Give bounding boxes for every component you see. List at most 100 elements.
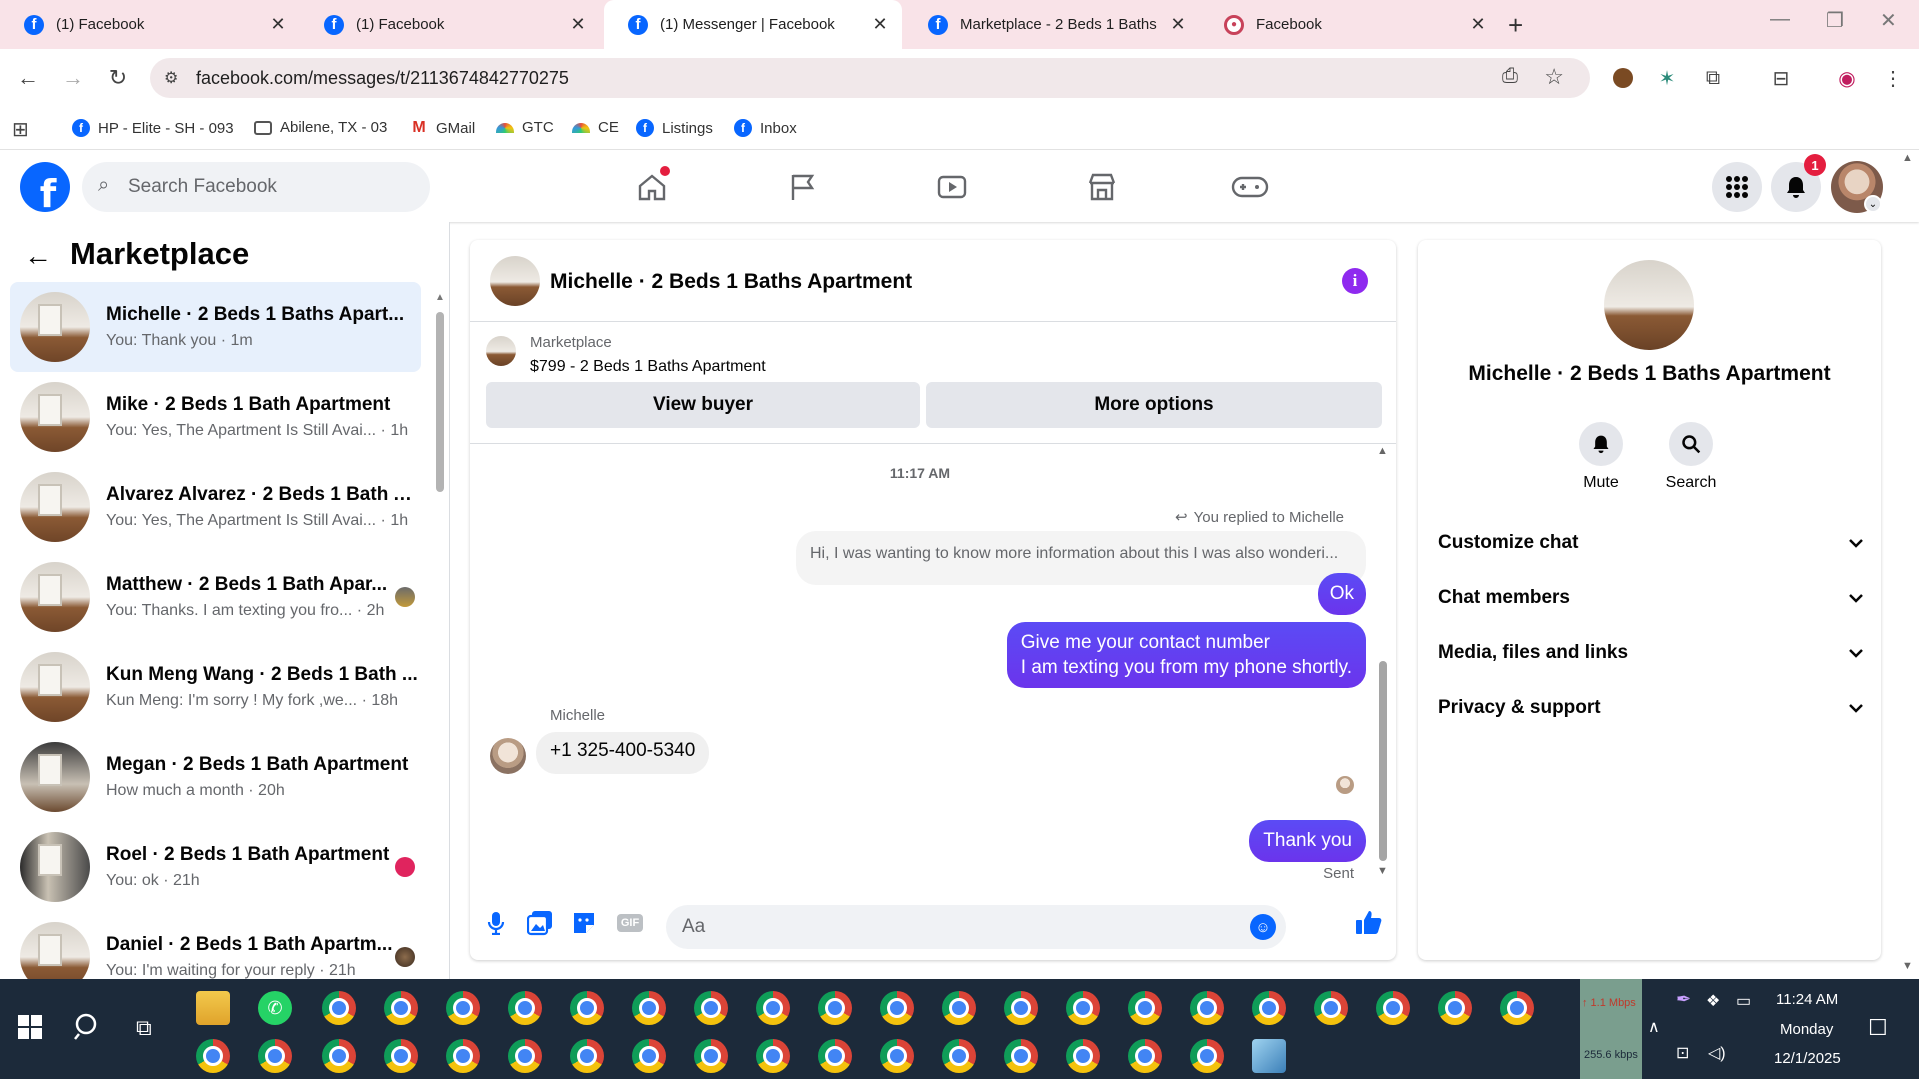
chrome-icon[interactable] [1252,991,1286,1025]
dropbox-icon[interactable]: ❖ [1706,991,1720,1011]
chrome-icon[interactable] [1066,991,1100,1025]
search-icon[interactable] [1669,422,1713,466]
tab-search-icon[interactable]: ⊟ [1768,65,1794,91]
bookmark-item[interactable]: GTC [496,119,554,136]
chrome-icon[interactable] [942,1039,976,1073]
conversation-item-daniel[interactable]: Daniel · 2 Beds 1 Bath Apartm... You: I'm… [10,912,421,979]
search-icon[interactable] [74,1012,102,1045]
browser-tab[interactable]: f Marketplace - 2 Beds 1 Baths Ap ✕ [904,0,1200,49]
menu-icon[interactable]: ⋮ [1880,65,1906,91]
chrome-icon[interactable] [1376,991,1410,1025]
chrome-icon[interactable] [446,991,480,1025]
scrollbar[interactable]: ▲ ▼ [435,292,445,972]
file-explorer-icon[interactable] [196,991,230,1025]
clock-time[interactable]: 11:24 AM [1776,991,1838,1008]
chrome-icon[interactable] [1128,1039,1162,1073]
bookmark-item[interactable]: f Inbox [734,119,797,137]
conversation-item-kun-meng-wang[interactable]: Kun Meng Wang · 2 Beds 1 Bath ... Kun Men… [10,642,421,732]
message-input[interactable]: Aa ☺ [666,905,1286,949]
clock-date[interactable]: 12/1/2025 [1774,1050,1841,1067]
outgoing-message[interactable]: Give me your contact number I am texting… [1006,622,1366,688]
chrome-icon[interactable] [1066,1039,1100,1073]
pages-flag-icon[interactable] [780,165,824,209]
photo-icon[interactable] [526,909,554,937]
windows-start-icon[interactable] [18,1015,42,1044]
network-icon[interactable]: ⊡ [1676,1043,1689,1063]
chrome-icon[interactable] [322,1039,356,1073]
chrome-icon[interactable] [756,1039,790,1073]
scroll-up-icon[interactable]: ▲ [1377,445,1388,457]
mute-label[interactable]: Mute [1551,474,1651,492]
address-bar[interactable]: ⚙ facebook.com/messages/t/21136748427702… [150,58,1590,98]
scroll-down-icon[interactable]: ▼ [1377,865,1388,877]
extension-icon[interactable]: ✶ [1654,65,1680,91]
info-icon[interactable]: i [1342,268,1368,294]
close-icon[interactable]: ✕ [568,14,588,35]
close-icon[interactable]: ✕ [1168,14,1188,35]
minimize-icon[interactable]: — [1770,8,1790,31]
menu-grid-icon[interactable] [1712,162,1762,212]
chrome-icon[interactable] [508,1039,542,1073]
close-icon[interactable]: ✕ [268,14,288,35]
browser-tab-active[interactable]: f (1) Messenger | Facebook ✕ [604,0,902,49]
listing-title[interactable]: $799 - 2 Beds 1 Baths Apartment [530,358,766,376]
chrome-icon[interactable] [756,991,790,1025]
chrome-icon[interactable] [322,991,356,1025]
home-icon[interactable] [630,165,674,209]
profile-icon[interactable]: ◉ [1834,65,1860,91]
chrome-icon[interactable] [818,991,852,1025]
window-close-icon[interactable]: ✕ [1880,8,1897,33]
chrome-icon[interactable] [384,1039,418,1073]
sticker-icon[interactable] [570,909,598,937]
conversation-item-matthew[interactable]: Matthew · 2 Beds 1 Bath Apar... You: Than… [10,552,421,642]
conversation-item-roel[interactable]: Roel · 2 Beds 1 Bath Apartment You: ok · … [10,822,421,912]
chevron-down-icon[interactable]: ⌄ [1864,195,1882,213]
conversation-item-michelle[interactable]: Michelle · 2 Beds 1 Baths Apart... You: T… [10,282,421,372]
clock-day[interactable]: Monday [1780,1021,1833,1038]
chrome-icon[interactable] [1190,1039,1224,1073]
chrome-icon[interactable] [1438,991,1472,1025]
chrome-icon[interactable] [632,1039,666,1073]
conversation-item-megan[interactable]: Megan · 2 Beds 1 Bath Apartment How much … [10,732,421,822]
view-buyer-button[interactable]: View buyer [486,382,920,428]
bookmark-item[interactable]: CE [572,119,619,136]
chrome-icon[interactable] [880,1039,914,1073]
extensions-puzzle-icon[interactable]: ⧉ [1700,65,1726,91]
facebook-logo-icon[interactable]: f [20,162,70,212]
quoted-message[interactable]: Hi, I was wanting to know more informati… [796,531,1366,585]
sender-avatar[interactable] [490,738,526,774]
chrome-icon[interactable] [818,1039,852,1073]
scrollbar-thumb[interactable] [1379,661,1387,861]
bookmark-item[interactable]: f Listings [636,119,713,137]
video-icon[interactable] [930,165,974,209]
more-options-button[interactable]: More options [926,382,1382,428]
new-tab-button[interactable]: + [1508,10,1523,41]
close-icon[interactable]: ✕ [870,14,890,35]
chrome-icon[interactable] [196,1039,230,1073]
privacy-support-section[interactable]: Privacy & support [1438,688,1863,728]
chrome-icon[interactable] [632,991,666,1025]
restore-icon[interactable]: ❐ [1826,8,1844,33]
conversation-item-alvarez[interactable]: Alvarez Alvarez · 2 Beds 1 Bath A... You:… [10,462,421,552]
outgoing-message[interactable]: Thank you [1249,820,1366,862]
chrome-icon[interactable] [570,991,604,1025]
profile-picture[interactable] [1604,260,1694,350]
incoming-message[interactable]: +1 325-400-5340 [536,732,710,774]
volume-icon[interactable]: ◁) [1708,1043,1726,1063]
bookmark-item[interactable]: f HP - Elite - SH - 093 [72,119,234,137]
facebook-search-input[interactable]: ⌕ Search Facebook [82,162,430,212]
page-scroll-up-icon[interactable]: ▲ [1902,152,1913,164]
show-hidden-icons-icon[interactable]: ∧ [1648,1017,1660,1037]
gaming-controller-icon[interactable] [1228,165,1272,209]
chrome-icon[interactable] [1314,991,1348,1025]
mute-bell-icon[interactable] [1579,422,1623,466]
page-scroll-down-icon[interactable]: ▼ [1902,960,1913,972]
bookmark-folder[interactable]: Abilene, TX - 03 [254,119,387,136]
chrome-icon[interactable] [1004,1039,1038,1073]
chrome-icon[interactable] [508,991,542,1025]
chrome-icon[interactable] [694,1039,728,1073]
browser-tab[interactable]: f (1) Facebook ✕ [0,0,300,49]
search-label[interactable]: Search [1641,474,1741,492]
bookmark-star-icon[interactable]: ☆ [1544,64,1564,90]
bookmark-item[interactable]: M GMail [410,119,475,137]
